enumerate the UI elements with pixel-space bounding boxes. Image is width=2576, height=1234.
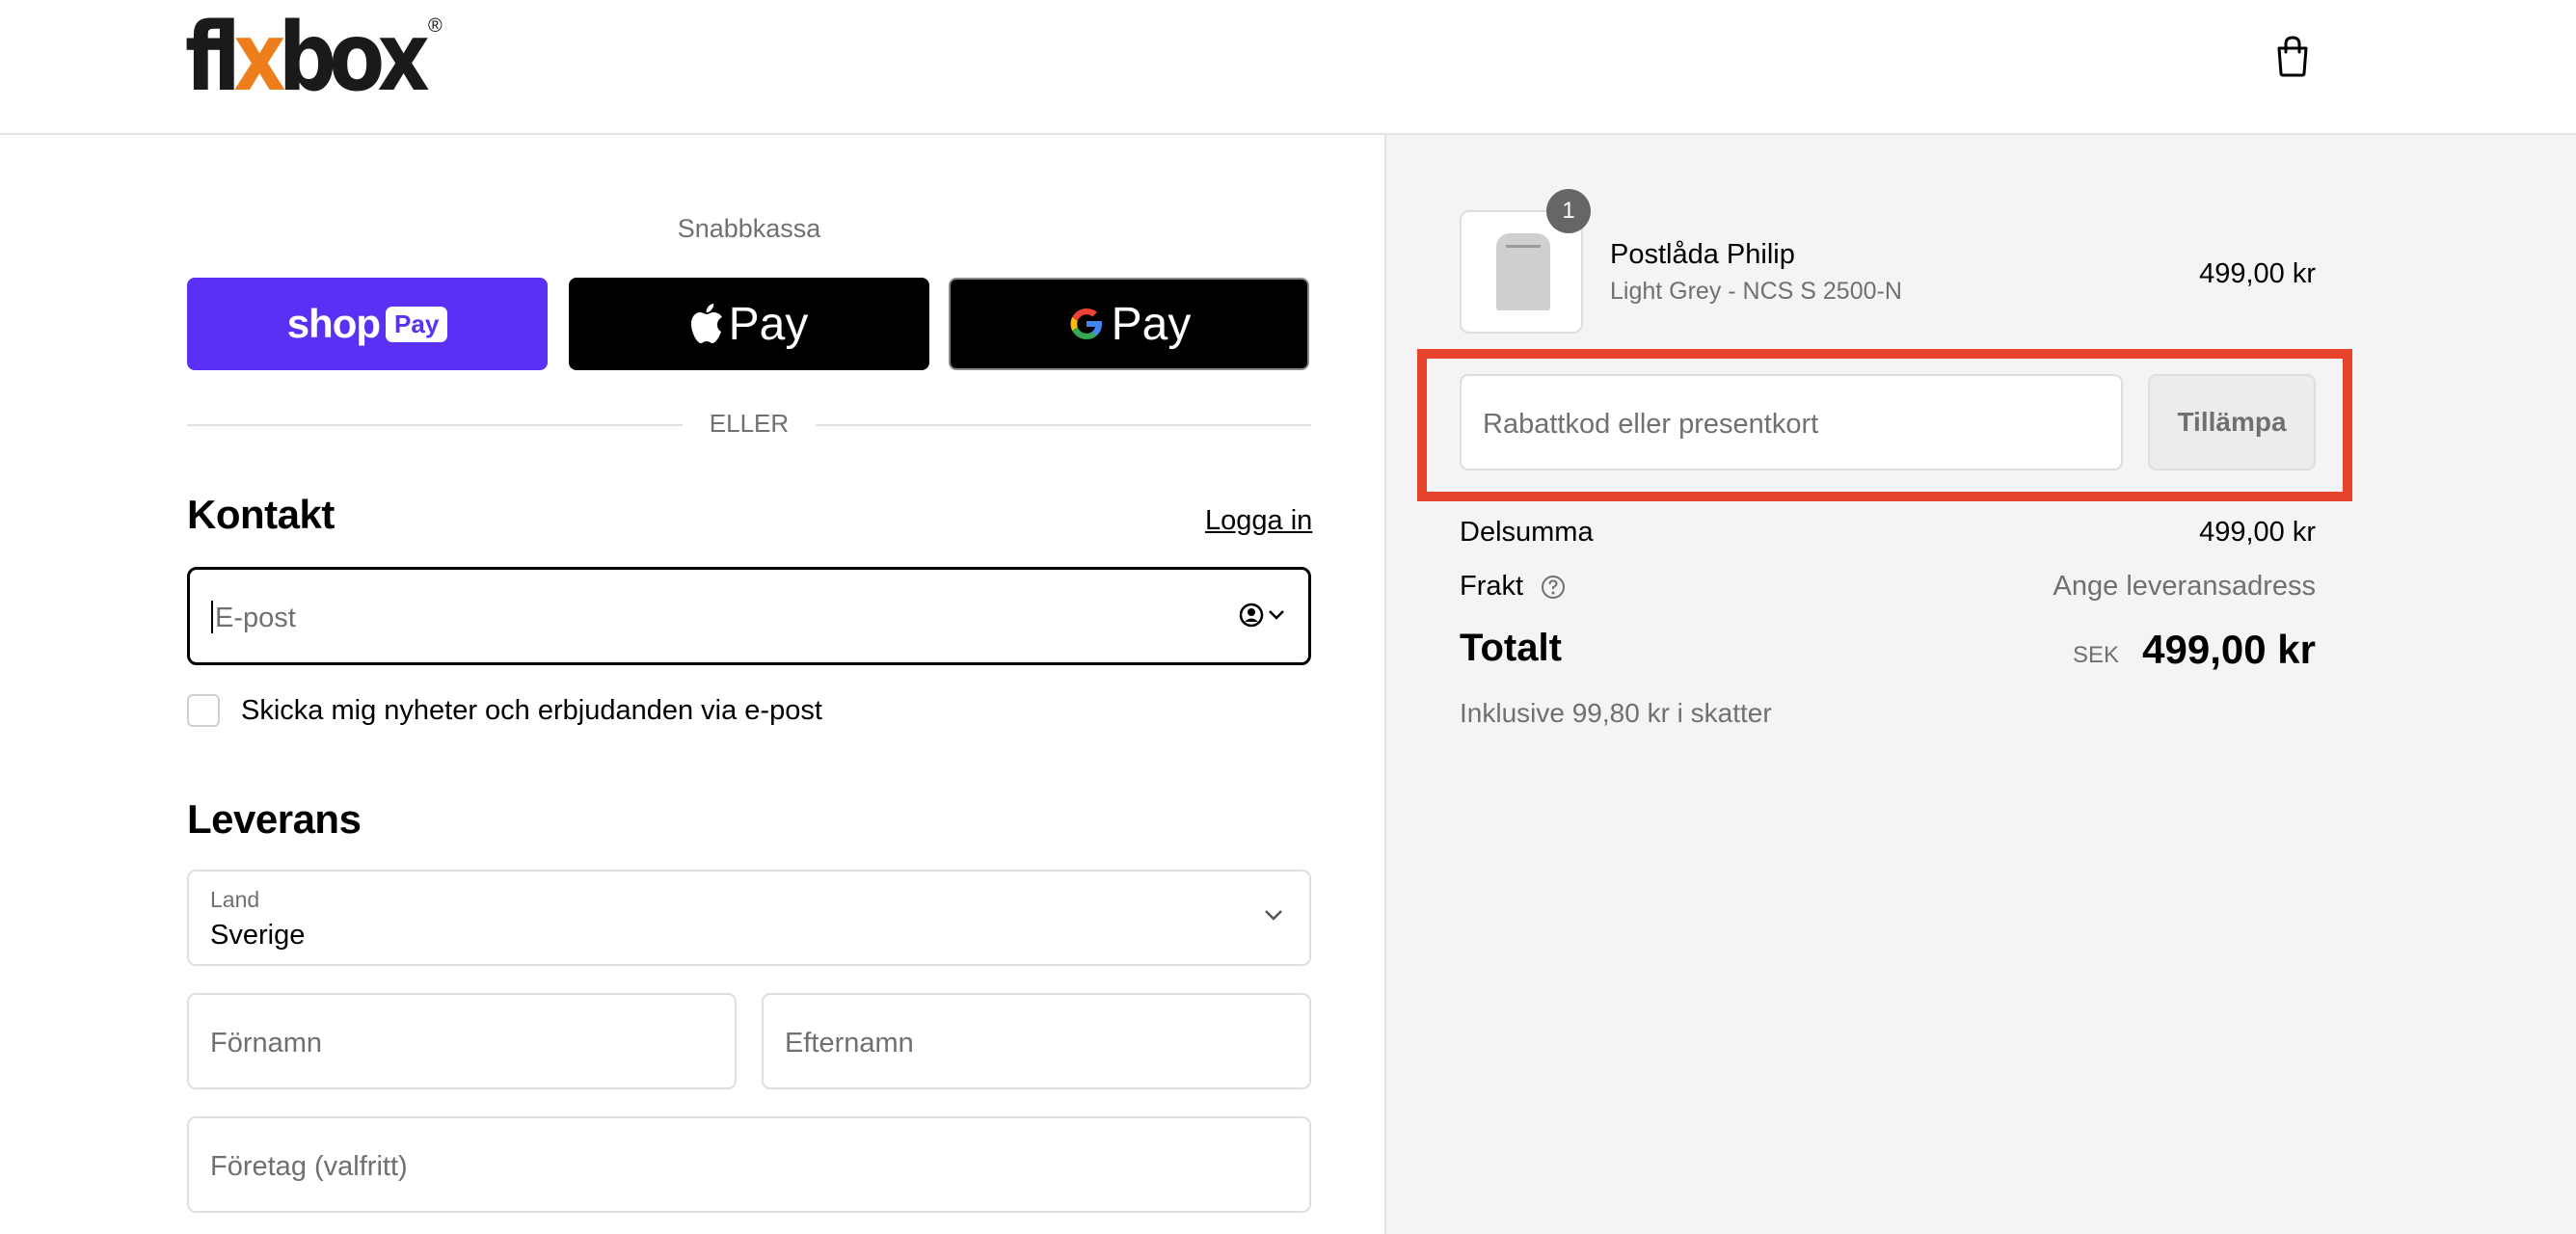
country-value: Sverige: [210, 920, 306, 951]
mailbox-image: [1496, 233, 1550, 310]
shipping-row: Frakt Ange leveransadress: [1460, 571, 2316, 603]
email-placeholder: E-post: [215, 603, 296, 633]
subtotal-label: Delsumma: [1460, 517, 1594, 548]
chevron-down-icon: [1269, 610, 1284, 620]
taxes-note: Inklusive 99,80 kr i skatter: [1460, 698, 1772, 728]
newsletter-label: Skicka mig nyheter och erbjudanden via e…: [241, 694, 822, 726]
country-select[interactable]: Land Sverige: [187, 870, 1311, 966]
subtotal-value: 499,00 kr: [2199, 517, 2316, 548]
company-field[interactable]: Företag (valfritt): [187, 1116, 1311, 1213]
logo-fl: fl: [185, 3, 241, 113]
apply-discount-button[interactable]: Tillämpa: [2148, 374, 2316, 470]
subtotal-row: Delsumma 499,00 kr: [1460, 517, 2316, 549]
first-name-field[interactable]: Förnamn: [187, 993, 737, 1089]
user-circle-icon: [1239, 603, 1264, 628]
newsletter-checkbox[interactable]: [187, 694, 220, 727]
shopping-bag-icon[interactable]: [2275, 35, 2310, 77]
autofill-button[interactable]: [1239, 603, 1285, 628]
product-variant: Light Grey - NCS S 2500-N: [1610, 278, 1902, 305]
apple-logo-icon: [690, 304, 722, 343]
text-cursor: [211, 601, 213, 633]
logo-x: x: [233, 3, 285, 113]
email-field[interactable]: E-post: [187, 567, 1311, 665]
shipping-value: Ange leveransadress: [2053, 571, 2316, 602]
total-label: Totalt: [1460, 627, 1562, 669]
total-row: Totalt SEK 499,00 kr: [1460, 627, 2316, 675]
chevron-down-icon: [1265, 910, 1282, 921]
registered-mark: ®: [428, 15, 443, 37]
total-value: 499,00 kr: [2142, 627, 2316, 672]
flexbox-logo[interactable]: flxbox ®: [185, 10, 461, 106]
contact-heading: Kontakt: [187, 492, 335, 537]
discount-code-field[interactable]: Rabattkod eller presentkort: [1460, 374, 2123, 470]
first-name-placeholder: Förnamn: [210, 1028, 323, 1059]
google-pay-button[interactable]: Pay: [949, 278, 1309, 370]
product-name: Postlåda Philip: [1610, 239, 1795, 270]
shop-pay-pill: Pay: [386, 306, 448, 342]
country-label: Land: [210, 887, 260, 912]
apple-pay-button[interactable]: Pay: [569, 278, 929, 370]
express-checkout-title: Snabbkassa: [677, 214, 821, 243]
or-divider: ELLER: [187, 409, 1311, 442]
apple-pay-word: Pay: [728, 298, 809, 350]
currency-code: SEK: [2072, 642, 2119, 668]
google-pay-word: Pay: [1111, 298, 1192, 350]
newsletter-option[interactable]: Skicka mig nyheter och erbjudanden via e…: [187, 694, 822, 727]
quantity-badge: 1: [1546, 189, 1591, 233]
shipping-label: Frakt: [1460, 571, 1524, 602]
shop-pay-word: shop: [286, 301, 381, 346]
login-link[interactable]: Logga in: [1205, 505, 1312, 537]
discount-placeholder: Rabattkod eller presentkort: [1483, 409, 1819, 440]
google-g-icon: [1070, 308, 1102, 339]
last-name-field[interactable]: Efternamn: [762, 993, 1311, 1089]
last-name-placeholder: Efternamn: [785, 1028, 914, 1059]
site-header: flxbox ®: [0, 0, 2576, 135]
delivery-heading: Leverans: [187, 796, 362, 842]
logo-box: box: [278, 3, 430, 113]
company-placeholder: Företag (valfritt): [210, 1151, 408, 1182]
product-price: 499,00 kr: [2199, 258, 2316, 289]
or-label: ELLER: [709, 409, 790, 438]
shop-pay-button[interactable]: shop Pay: [187, 278, 548, 370]
help-icon[interactable]: [1541, 575, 1566, 600]
